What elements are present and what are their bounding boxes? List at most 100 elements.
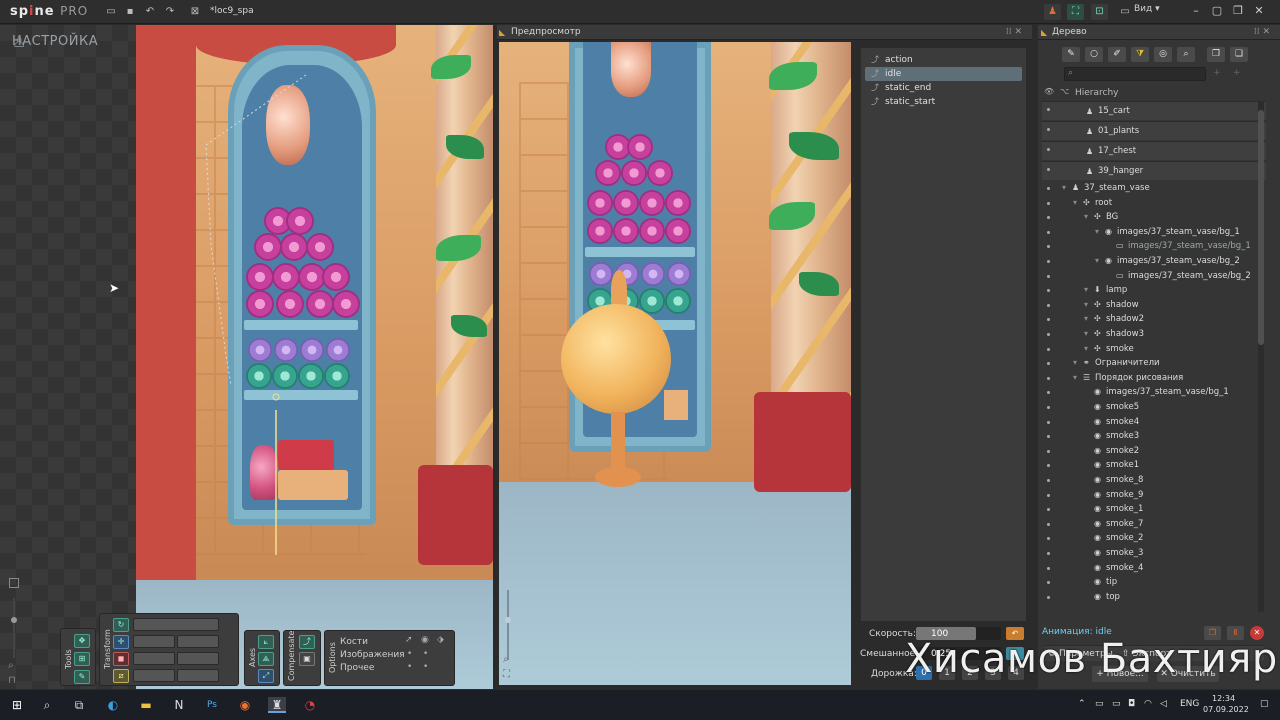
visibility-dot-icon[interactable] xyxy=(1047,148,1050,151)
visibility-dot-icon[interactable] xyxy=(1047,216,1050,220)
tray-network-icon[interactable]: ▭ xyxy=(1095,699,1104,709)
tree-row[interactable]: ♟ 17_chest xyxy=(1042,141,1266,160)
expand-arrow-icon[interactable]: ▾ xyxy=(1084,327,1088,342)
visibility-dot-icon[interactable] xyxy=(1047,406,1050,409)
tray-app-icon[interactable]: ◘ xyxy=(1128,699,1135,709)
tray-chevron-icon[interactable]: ⌃ xyxy=(1078,699,1086,709)
visibility-dot-icon[interactable] xyxy=(1047,303,1050,307)
visibility-dot-icon[interactable] xyxy=(1047,274,1050,278)
notion-icon[interactable]: N xyxy=(170,697,188,713)
copy-icon[interactable]: ❐ xyxy=(1207,47,1225,62)
visibility-dot-icon[interactable] xyxy=(1047,464,1050,468)
options-dot-icon[interactable]: • xyxy=(423,649,428,659)
fit-icon[interactable]: ⊡ xyxy=(1091,4,1108,20)
tray-volume-icon[interactable]: ◁ xyxy=(1160,699,1167,709)
tree-row[interactable]: ♟ 39_hanger xyxy=(1042,161,1266,180)
tray-battery-icon[interactable]: ▭ xyxy=(1112,699,1121,709)
create-tool-button[interactable]: ✎ xyxy=(74,670,90,684)
expand-arrow-icon[interactable]: ▾ xyxy=(1073,371,1077,386)
tree-row[interactable]: ▾ ☰ Порядок рисования xyxy=(1042,371,1266,386)
visibility-dot-icon[interactable] xyxy=(1047,552,1050,555)
close-button[interactable]: ✕ xyxy=(1251,3,1267,19)
translate-x-field[interactable] xyxy=(133,635,175,648)
visibility-dot-icon[interactable] xyxy=(1047,347,1050,351)
visibility-dot-icon[interactable] xyxy=(1047,260,1050,263)
circle-icon[interactable]: ○ xyxy=(1085,47,1103,62)
tree-row[interactable]: ▾ ✣ shadow2 xyxy=(1042,312,1266,327)
tree-row[interactable]: ▾ ◉ images/37_steam_vase/bg_1 xyxy=(1042,225,1266,240)
expand-arrow-icon[interactable]: ▾ xyxy=(1073,356,1077,371)
tree-row[interactable]: ◉ smoke4 xyxy=(1042,415,1266,430)
tree-row[interactable]: ♟ 01_plants xyxy=(1042,121,1266,140)
scale-y-field[interactable] xyxy=(177,652,219,665)
lock-icon[interactable]: ⊓ xyxy=(8,675,16,686)
tree-row[interactable]: ◉ smoke5 xyxy=(1042,400,1266,415)
minimize-button[interactable]: – xyxy=(1188,3,1204,19)
options-dot-icon[interactable]: • xyxy=(407,649,412,659)
file-explorer-icon[interactable]: ▬ xyxy=(137,697,155,713)
language-indicator[interactable]: ENG xyxy=(1180,699,1199,709)
options-eye-icon[interactable]: ◉ xyxy=(421,635,429,645)
view-menu[interactable]: Вид ▾ xyxy=(1134,4,1160,14)
tree-row[interactable]: ◉ smoke_2 xyxy=(1042,531,1266,546)
visibility-dot-icon[interactable] xyxy=(1047,449,1050,453)
expand-arrow-icon[interactable]: ▾ xyxy=(1084,210,1088,225)
options-tag-icon[interactable]: ⬗ xyxy=(437,635,444,645)
translate-tool-button[interactable]: ✛ xyxy=(113,635,129,649)
editor-viewport[interactable] xyxy=(136,25,493,689)
tree-row[interactable]: ▾ ✣ shadow xyxy=(1042,298,1266,313)
photoshop-icon[interactable]: Ps xyxy=(203,697,221,713)
edge-browser-icon[interactable]: ◐ xyxy=(104,697,122,713)
animation-item-idle[interactable]: ⤴ idle xyxy=(865,67,1022,81)
filter-icon[interactable]: ⧩ xyxy=(1131,47,1149,62)
tree-scrollbar-thumb[interactable] xyxy=(1258,110,1264,345)
tree-panel-menu-icon[interactable]: ⁞⁞ ✕ xyxy=(1254,25,1270,40)
preview-viewport[interactable]: ⌕ ⛶ xyxy=(499,42,851,685)
tree-row[interactable]: ◉ smoke_1 xyxy=(1042,502,1266,517)
visibility-dot-icon[interactable] xyxy=(1047,479,1050,482)
visibility-dot-icon[interactable] xyxy=(1047,128,1050,131)
notifications-icon[interactable]: ▢ xyxy=(1260,699,1269,709)
tree-row[interactable]: ◉ smoke3 xyxy=(1042,429,1266,444)
zoom-icon[interactable]: ⌕ xyxy=(8,660,14,671)
preview-zoom-handle[interactable] xyxy=(505,617,511,623)
visibility-dot-icon[interactable] xyxy=(1047,493,1050,497)
tree-row[interactable]: ◉ top xyxy=(1042,590,1266,605)
expand-arrow-icon[interactable]: ▾ xyxy=(1084,312,1088,327)
visibility-dot-icon[interactable] xyxy=(1047,391,1050,395)
tree-row[interactable]: ▾ ♟ 37_steam_vase xyxy=(1042,181,1266,196)
tree-row[interactable]: ▭ images/37_steam_vase/bg_1 xyxy=(1042,239,1266,254)
axes-world-button[interactable]: ⤢ xyxy=(258,669,274,683)
tree-row[interactable]: ◉ smoke_3 xyxy=(1042,546,1266,561)
visibility-dot-icon[interactable] xyxy=(1047,522,1050,526)
layout-icon[interactable]: ▭ xyxy=(1118,5,1132,19)
tree-row[interactable]: ▾ ⚭ Ограничители xyxy=(1042,356,1266,371)
visibility-dot-icon[interactable] xyxy=(1047,508,1050,512)
frame-icon[interactable]: ⛶ xyxy=(1067,4,1084,20)
compensate-images-button[interactable]: ▣ xyxy=(299,652,315,666)
add-child-icon[interactable]: + xyxy=(1233,68,1241,78)
visibility-dot-icon[interactable] xyxy=(1047,318,1050,322)
visibility-dot-icon[interactable] xyxy=(1047,362,1050,366)
visibility-dot-icon[interactable] xyxy=(1047,289,1050,293)
maximize-button[interactable]: ▢ xyxy=(1209,3,1225,19)
visibility-dot-icon[interactable] xyxy=(1047,435,1050,439)
tree-row[interactable]: ◉ smoke_8 xyxy=(1042,473,1266,488)
animation-item-action[interactable]: ⤴ action xyxy=(865,53,1022,67)
expand-arrow-icon[interactable]: ▾ xyxy=(1062,181,1066,196)
visibility-dot-icon[interactable] xyxy=(1047,230,1050,234)
tree-row[interactable]: ◉ smoke2 xyxy=(1042,444,1266,459)
firefox-icon[interactable]: ◉ xyxy=(236,697,254,713)
visibility-dot-icon[interactable] xyxy=(1047,537,1050,541)
expand-arrow-icon[interactable]: ▾ xyxy=(1073,196,1077,211)
tree-row[interactable]: ▾ ✣ BG xyxy=(1042,210,1266,225)
brush-icon[interactable]: ✎ xyxy=(1062,47,1080,62)
tree-row[interactable]: ◉ smoke_4 xyxy=(1042,561,1266,576)
scale-tool-button[interactable]: ◼ xyxy=(113,652,129,666)
axes-parent-button[interactable]: ⟁ xyxy=(258,652,274,666)
task-view-icon[interactable]: ⧉ xyxy=(70,697,88,713)
translate-y-field[interactable] xyxy=(177,635,219,648)
weights-tool-button[interactable]: ⊞ xyxy=(74,652,90,666)
options-cursor-icon[interactable]: ➚ xyxy=(405,635,413,645)
add-icon[interactable]: + xyxy=(1213,68,1221,78)
